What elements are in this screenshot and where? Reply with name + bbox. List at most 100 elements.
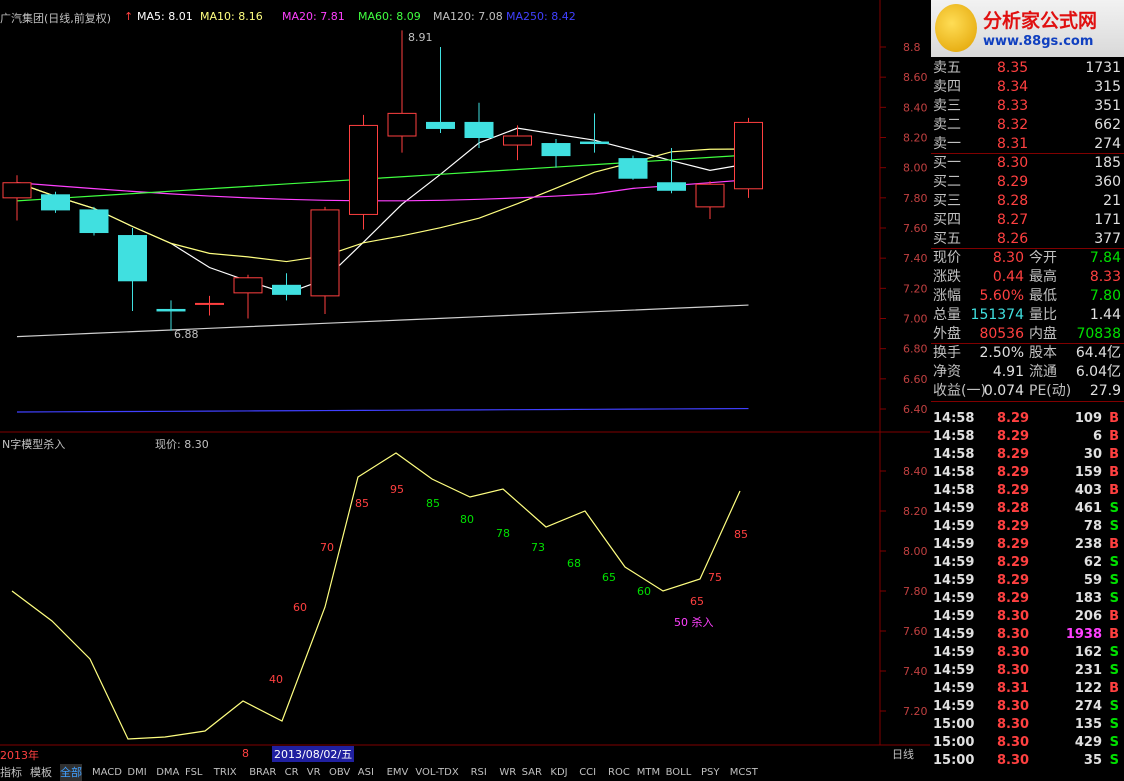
- bid-row: 买二 8.29 360: [931, 173, 1124, 192]
- ask-price: 8.34: [997, 79, 1029, 95]
- indicator-btn-emv[interactable]: EMV: [387, 764, 409, 781]
- indicator-btn-obv[interactable]: OBV: [329, 764, 350, 781]
- tick-price: 8.29: [997, 429, 1030, 444]
- stat-label: 收益(一): [933, 383, 986, 399]
- indicator-btn-trix[interactable]: TRIX: [214, 764, 237, 781]
- tick-time: 15:00: [933, 717, 975, 732]
- bid-price: 8.30: [997, 155, 1029, 171]
- bid-row: 买三 8.28 21: [931, 192, 1124, 211]
- stat-row: 总量 151374 量比 1.44: [931, 306, 1124, 325]
- stat-label: 净资: [933, 364, 961, 380]
- bid-volume: 360: [1094, 174, 1121, 190]
- ask-row: 卖二 8.32 662: [931, 116, 1124, 135]
- bid-label: 买一: [933, 155, 961, 171]
- price-tick-label: 7.60: [903, 222, 928, 235]
- indicator-btn-dma[interactable]: DMA: [156, 764, 179, 781]
- indicator-btn-cci[interactable]: CCI: [579, 764, 596, 781]
- tick-side: S: [1109, 717, 1119, 732]
- n-model-value: 70: [320, 541, 334, 554]
- month-mark: 8: [242, 747, 249, 760]
- price-tick-label: 8.60: [903, 71, 928, 84]
- stat-row: 换手 2.50% 股本 64.4亿: [931, 344, 1124, 363]
- tick-row: 14:58 8.29 109 B: [931, 410, 1124, 428]
- ask-row: 卖一 8.31 274: [931, 135, 1124, 154]
- tab-template[interactable]: 模板: [30, 764, 52, 781]
- stat-value: 8.33: [1089, 269, 1121, 285]
- tick-volume: 62: [1083, 555, 1102, 570]
- ask-row: 卖四 8.34 315: [931, 78, 1124, 97]
- indicator-btn-mcst[interactable]: MCST: [730, 764, 758, 781]
- n-model-value: 65: [690, 595, 704, 608]
- year-label: 2013年: [0, 749, 39, 762]
- price-tick-label: 7.20: [903, 282, 928, 295]
- tick-volume: 35: [1083, 753, 1102, 768]
- bid-price: 8.28: [997, 193, 1029, 209]
- bid-volume: 21: [1103, 193, 1121, 209]
- indicator-btn-mtm[interactable]: MTM: [637, 764, 660, 781]
- tick-time: 14:59: [933, 591, 975, 606]
- ask-row: 卖五 8.35 1731: [931, 59, 1124, 78]
- price-tick-label: 7.80: [903, 192, 928, 205]
- indicator-btn-rsi[interactable]: RSI: [471, 764, 487, 781]
- indicator-btn-brar[interactable]: BRAR: [249, 764, 276, 781]
- price-tick-label: 8.8: [903, 41, 921, 54]
- tick-time: 14:59: [933, 501, 975, 516]
- indicator-btn-vr[interactable]: VR: [307, 764, 321, 781]
- tick-price: 8.30: [997, 663, 1030, 678]
- indicator-btn-dmi[interactable]: DMI: [127, 764, 146, 781]
- candle-body: [387, 112, 417, 137]
- indicator-btn-kdj[interactable]: KDJ: [550, 764, 567, 781]
- tick-volume: 429: [1074, 735, 1102, 750]
- indicator-btn-cr[interactable]: CR: [285, 764, 299, 781]
- kline-svg[interactable]: 8.8 8.60 8.40 8.20 8.00 7.80 7.60 7.40 7.20 7.00 6…: [0, 0, 930, 765]
- tick-side: S: [1109, 735, 1119, 750]
- bid-volume: 185: [1094, 155, 1121, 171]
- stat-value: 7.80: [1089, 288, 1121, 304]
- stat-value: 70838: [1076, 326, 1121, 342]
- indicator-btn-boll[interactable]: BOLL: [666, 764, 692, 781]
- tick-volume: 206: [1074, 609, 1102, 624]
- tick-price: 8.30: [997, 735, 1030, 750]
- candle-body: [349, 124, 378, 215]
- stat-label: 换手: [933, 345, 961, 361]
- tick-volume: 30: [1083, 447, 1102, 462]
- tick-side: S: [1109, 573, 1119, 588]
- candle-body: [118, 235, 147, 282]
- bid-volume: 377: [1094, 231, 1121, 247]
- ask-price: 8.31: [997, 136, 1029, 152]
- price-tick-label: 7.40: [903, 252, 928, 265]
- stat-value: 0.074: [983, 383, 1024, 399]
- period-label[interactable]: 日线: [892, 746, 914, 762]
- tick-time: 14:59: [933, 609, 975, 624]
- tick-time: 14:58: [933, 429, 975, 444]
- tick-side: B: [1109, 537, 1119, 552]
- indicator-btn-wr[interactable]: WR: [499, 764, 516, 781]
- sub-tick-label: 7.40: [903, 665, 928, 678]
- ask-volume: 1731: [1085, 60, 1121, 76]
- tick-side: B: [1109, 681, 1119, 696]
- tick-price: 8.30: [997, 627, 1030, 642]
- tick-price: 8.30: [997, 717, 1030, 732]
- indicator-btn-fsl[interactable]: FSL: [185, 764, 203, 781]
- price-tick-label: 7.00: [903, 313, 928, 326]
- tab-indicator[interactable]: 指标: [0, 764, 22, 781]
- tick-row: 14:58 8.29 30 B: [931, 446, 1124, 464]
- n-model-value: 60: [637, 585, 651, 598]
- stat-value: 4.91: [992, 364, 1024, 380]
- tick-volume: 122: [1074, 681, 1102, 696]
- indicator-btn-vol-tdx[interactable]: VOL-TDX: [415, 764, 458, 781]
- kline-chart-area[interactable]: 8.8 8.60 8.40 8.20 8.00 7.80 7.60 7.40 7.20 7.00 6…: [0, 0, 930, 765]
- price-tick-label: 6.40: [903, 403, 928, 416]
- tick-row: 14:58 8.29 159 B: [931, 464, 1124, 482]
- indicator-btn-psy[interactable]: PSY: [701, 764, 720, 781]
- indicator-btn-macd[interactable]: MACD: [92, 764, 122, 781]
- bid-row: 买一 8.30 185: [931, 154, 1124, 173]
- ma120-line: [16, 304, 749, 338]
- sub-tick-label: 7.80: [903, 585, 928, 598]
- tab-all[interactable]: 全部: [60, 764, 82, 781]
- indicator-btn-roc[interactable]: ROC: [608, 764, 630, 781]
- candle-body: [79, 209, 109, 234]
- indicator-btn-sar[interactable]: SAR: [522, 764, 542, 781]
- tick-side: S: [1109, 699, 1119, 714]
- indicator-btn-asi[interactable]: ASI: [358, 764, 374, 781]
